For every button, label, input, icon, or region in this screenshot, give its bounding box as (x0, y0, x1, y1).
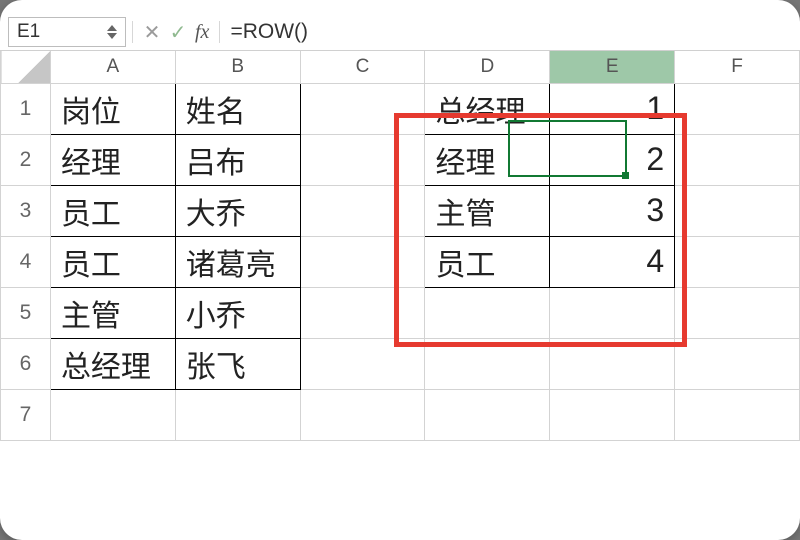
column-header[interactable]: D (425, 51, 550, 83)
cell[interactable] (425, 389, 550, 440)
cell[interactable] (300, 134, 425, 185)
cell[interactable] (300, 287, 425, 338)
divider (132, 21, 133, 43)
cell[interactable] (675, 185, 800, 236)
row-header[interactable]: 2 (1, 134, 51, 185)
name-box-stepper[interactable] (107, 25, 117, 39)
cell[interactable] (675, 338, 800, 389)
name-box[interactable]: E1 (8, 17, 126, 47)
cell[interactable] (550, 338, 675, 389)
cell[interactable]: 1 (550, 83, 675, 134)
name-box-value: E1 (17, 21, 103, 43)
cell[interactable]: 吕布 (175, 134, 300, 185)
row-header[interactable]: 1 (1, 83, 51, 134)
column-header[interactable]: E (550, 51, 675, 83)
cell[interactable]: 主管 (50, 287, 175, 338)
cell[interactable]: 大乔 (175, 185, 300, 236)
cell[interactable]: 主管 (425, 185, 550, 236)
fx-icon[interactable]: fx (195, 21, 209, 44)
column-header[interactable]: A (50, 51, 175, 83)
cell[interactable] (675, 389, 800, 440)
cell[interactable]: 2 (550, 134, 675, 185)
column-header[interactable]: F (675, 51, 800, 83)
row-header[interactable]: 4 (1, 236, 51, 287)
cell[interactable]: 总经理 (425, 83, 550, 134)
cell[interactable] (300, 389, 425, 440)
cell[interactable]: 经理 (50, 134, 175, 185)
confirm-formula-button[interactable]: ✓ (165, 20, 191, 45)
cell[interactable] (300, 236, 425, 287)
row-header[interactable]: 7 (1, 389, 51, 440)
cell[interactable] (550, 389, 675, 440)
spreadsheet-grid[interactable]: A B C D E F 1岗位姓名总经理12经理吕布经理23员工大乔主管34员工… (0, 51, 800, 441)
cell[interactable] (50, 389, 175, 440)
column-header[interactable]: C (300, 51, 425, 83)
cell[interactable] (675, 236, 800, 287)
cell[interactable]: 4 (550, 236, 675, 287)
cell[interactable]: 总经理 (50, 338, 175, 389)
cell[interactable] (425, 338, 550, 389)
cell[interactable]: 经理 (425, 134, 550, 185)
cell[interactable]: 员工 (50, 236, 175, 287)
cell[interactable]: 诸葛亮 (175, 236, 300, 287)
cell[interactable] (675, 134, 800, 185)
row-header[interactable]: 6 (1, 338, 51, 389)
cell[interactable] (175, 389, 300, 440)
cell[interactable] (550, 287, 675, 338)
cell[interactable]: 岗位 (50, 83, 175, 134)
row-header[interactable]: 3 (1, 185, 51, 236)
cell[interactable]: 员工 (50, 185, 175, 236)
chevron-up-icon (107, 25, 117, 31)
row-header[interactable]: 5 (1, 287, 51, 338)
cancel-formula-button[interactable]: ✕ (139, 20, 165, 45)
chevron-down-icon (107, 33, 117, 39)
formula-input[interactable]: =ROW() (226, 20, 792, 44)
column-header[interactable]: B (175, 51, 300, 83)
cell[interactable] (300, 338, 425, 389)
cell[interactable]: 张飞 (175, 338, 300, 389)
cell[interactable]: 小乔 (175, 287, 300, 338)
formula-bar: E1 ✕ ✓ fx =ROW() (0, 14, 800, 51)
cell[interactable] (675, 83, 800, 134)
cell[interactable]: 3 (550, 185, 675, 236)
cell[interactable] (425, 287, 550, 338)
divider (219, 21, 220, 43)
cell[interactable]: 姓名 (175, 83, 300, 134)
select-all-corner[interactable] (1, 51, 51, 83)
cell[interactable]: 员工 (425, 236, 550, 287)
cell[interactable] (300, 83, 425, 134)
cell[interactable] (675, 287, 800, 338)
cell[interactable] (300, 185, 425, 236)
